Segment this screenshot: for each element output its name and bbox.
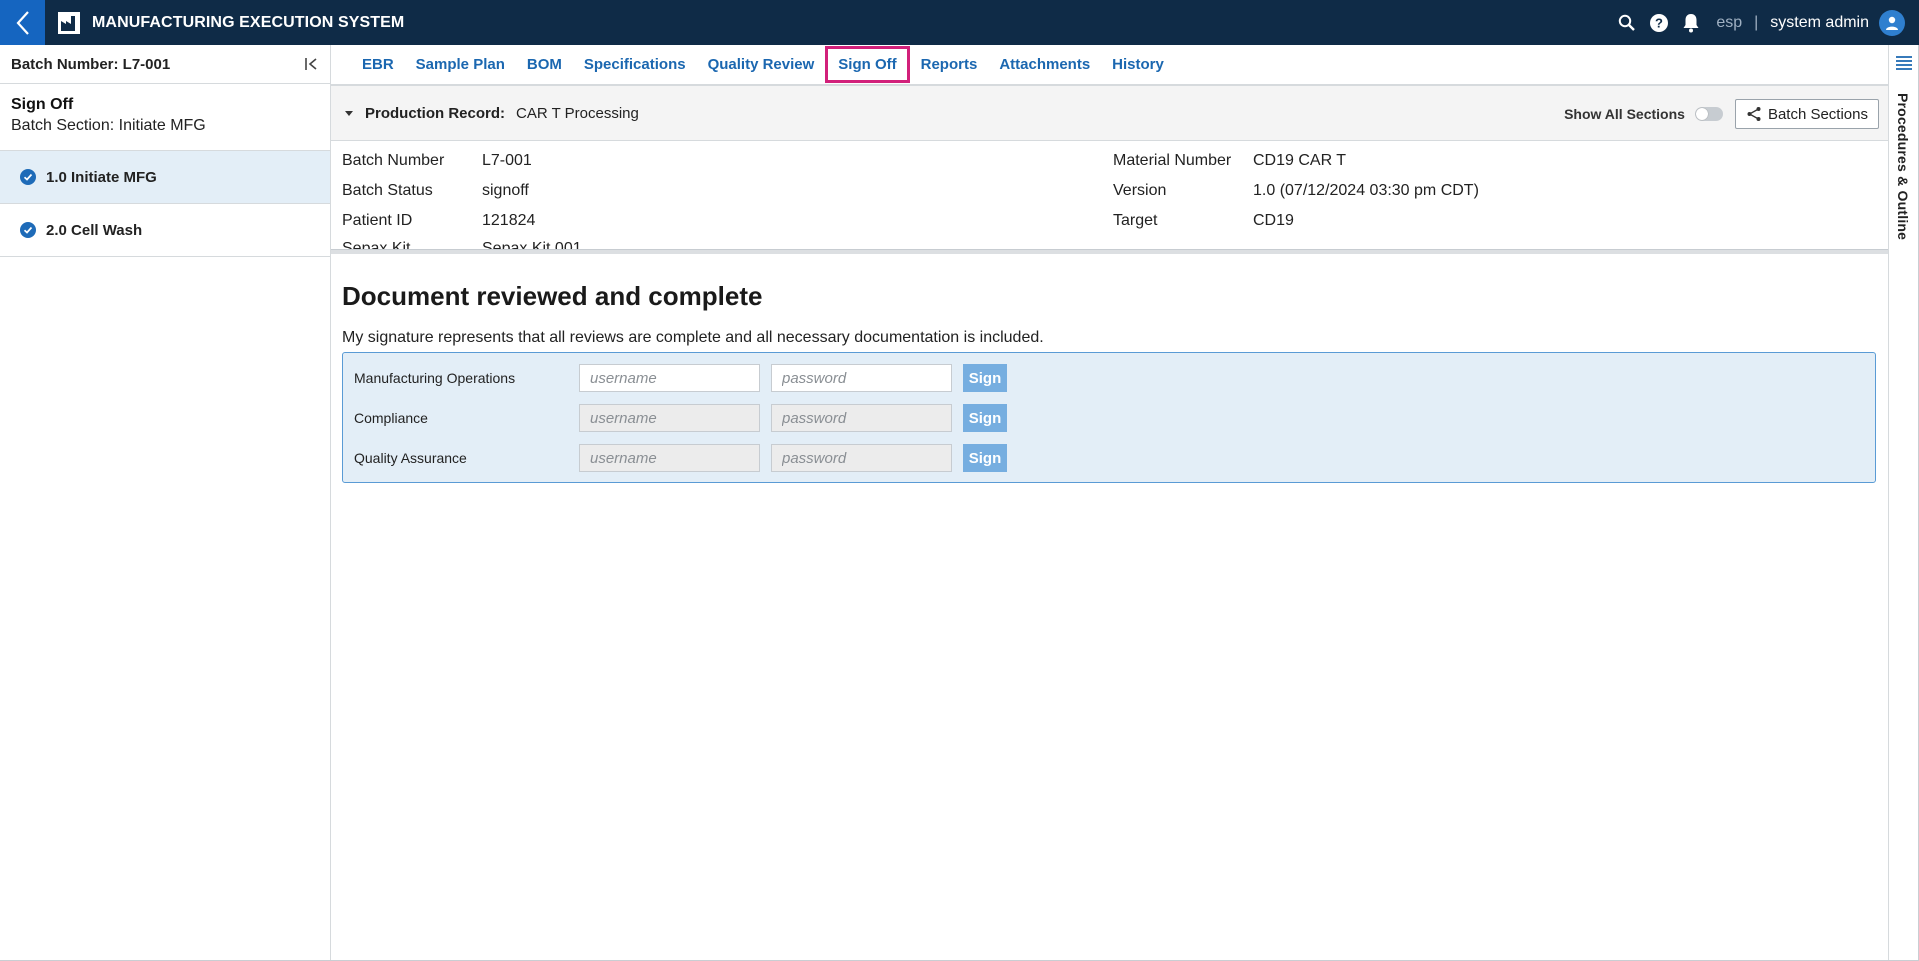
info-target: Target CD19	[1113, 212, 1294, 230]
password-field[interactable]	[771, 364, 952, 392]
top-bar: MANUFACTURING EXECUTION SYSTEM ? esp | s…	[0, 0, 1919, 45]
tab-quality-review[interactable]: Quality Review	[697, 46, 826, 83]
info-material-number: Material Number CD19 CAR T	[1113, 152, 1346, 170]
username-field[interactable]	[579, 364, 760, 392]
app-title: MANUFACTURING EXECUTION SYSTEM	[92, 13, 405, 31]
collapse-sidebar-icon[interactable]	[304, 56, 320, 72]
production-record-label: Production Record:	[365, 104, 506, 122]
username-field[interactable]	[579, 444, 760, 472]
caret-down-icon[interactable]	[343, 107, 355, 119]
sidebar-context: Sign Off Batch Section: Initiate MFG	[0, 84, 330, 151]
info-batch-number: Batch Number L7-001	[342, 152, 532, 170]
batch-sections-label: Batch Sections	[1767, 105, 1868, 123]
chevron-left-icon	[16, 10, 29, 35]
production-record-header: Production Record: CAR T Processing Show…	[331, 86, 1888, 141]
info-value: 1.0 (07/12/2024 03:30 pm CDT)	[1253, 182, 1479, 199]
info-value: signoff	[482, 182, 529, 199]
signature-role: Manufacturing Operations	[354, 370, 516, 386]
help-icon[interactable]: ?	[1648, 12, 1670, 34]
sidebar-header: Batch Number: L7-001	[0, 45, 330, 84]
context-title: Sign Off	[11, 96, 74, 113]
info-key: Version	[1113, 182, 1167, 199]
tab-sample-plan[interactable]: Sample Plan	[405, 46, 516, 83]
info-patient-id: Patient ID 121824	[342, 212, 535, 230]
top-right-controls: ? esp | system admin	[1616, 0, 1905, 45]
search-icon[interactable]	[1616, 12, 1638, 34]
back-button[interactable]	[0, 0, 45, 45]
production-record-value: CAR T Processing	[516, 104, 639, 122]
check-circle-icon	[20, 169, 36, 185]
info-version: Version 1.0 (07/12/2024 03:30 pm CDT)	[1113, 182, 1479, 200]
info-key: Batch Number	[342, 152, 445, 169]
info-key: Patient ID	[342, 212, 413, 229]
divider: |	[1754, 13, 1759, 31]
tab-bar: EBR Sample Plan BOM Specifications Quali…	[331, 45, 1888, 86]
document-title: Document reviewed and complete	[342, 281, 763, 311]
batch-number-heading: Batch Number: L7-001	[11, 55, 171, 73]
left-sidebar: Batch Number: L7-001 Sign Off Batch Sect…	[0, 45, 331, 960]
procedures-outline-label[interactable]: Procedures & Outline	[1895, 93, 1911, 240]
tab-sign-off[interactable]: Sign Off	[825, 46, 910, 83]
sidebar-item-initiate-mfg[interactable]: 1.0 Initiate MFG	[0, 151, 330, 204]
info-key: Material Number	[1113, 152, 1232, 169]
tenant-label: esp	[1716, 13, 1743, 31]
password-field[interactable]	[771, 444, 952, 472]
bell-icon[interactable]	[1680, 12, 1702, 34]
signature-panel: Manufacturing Operations Sign Compliance…	[342, 352, 1876, 483]
production-record-controls: Show All Sections Batch Sections	[1564, 99, 1879, 129]
signature-row-manufacturing-operations: Manufacturing Operations Sign	[354, 364, 1007, 392]
sign-button[interactable]: Sign	[963, 364, 1007, 392]
factory-icon	[56, 10, 82, 36]
show-all-sections-label: Show All Sections	[1564, 106, 1685, 122]
tab-reports[interactable]: Reports	[910, 46, 989, 83]
tab-attachments[interactable]: Attachments	[988, 46, 1101, 83]
info-value: 121824	[482, 212, 536, 229]
avatar[interactable]	[1879, 9, 1905, 36]
password-field[interactable]	[771, 404, 952, 432]
sidebar-item-label: 2.0 Cell Wash	[46, 221, 143, 239]
share-icon	[1747, 107, 1761, 121]
document-description: My signature represents that all reviews…	[342, 329, 1044, 346]
info-key: Batch Status	[342, 182, 433, 199]
sidebar-item-cell-wash[interactable]: 2.0 Cell Wash	[0, 204, 330, 257]
batch-sections-button[interactable]: Batch Sections	[1734, 99, 1879, 129]
tab-specifications[interactable]: Specifications	[573, 46, 697, 83]
tab-ebr[interactable]: EBR	[351, 46, 405, 83]
username-field[interactable]	[579, 404, 760, 432]
sign-button[interactable]: Sign	[963, 404, 1007, 432]
resize-divider[interactable]	[331, 249, 1888, 254]
signature-role: Quality Assurance	[354, 450, 467, 466]
tab-history[interactable]: History	[1101, 46, 1175, 83]
info-key: Target	[1113, 212, 1158, 229]
right-rail: Procedures & Outline	[1888, 45, 1918, 960]
signature-role: Compliance	[354, 410, 428, 426]
outline-list-icon[interactable]	[1895, 55, 1913, 71]
toggle-knob	[1695, 108, 1708, 120]
user-icon	[1886, 16, 1898, 30]
info-value: CD19 CAR T	[1253, 152, 1347, 169]
sign-button[interactable]: Sign	[963, 444, 1007, 472]
batch-info: Batch Number L7-001 Batch Status signoff P…	[331, 142, 1888, 250]
signature-row-quality-assurance: Quality Assurance Sign	[354, 444, 1007, 472]
context-subtitle: Batch Section: Initiate MFG	[11, 117, 206, 134]
info-batch-status: Batch Status signoff	[342, 182, 529, 200]
signature-row-compliance: Compliance Sign	[354, 404, 1007, 432]
tab-bom[interactable]: BOM	[516, 46, 573, 83]
info-value: L7-001	[482, 152, 532, 169]
check-circle-icon	[20, 222, 36, 238]
sidebar-item-label: 1.0 Initiate MFG	[46, 168, 157, 186]
show-all-sections-toggle[interactable]	[1694, 107, 1723, 121]
info-value: CD19	[1253, 212, 1294, 229]
user-name[interactable]: system admin	[1770, 14, 1869, 32]
svg-text:?: ?	[1655, 15, 1663, 30]
